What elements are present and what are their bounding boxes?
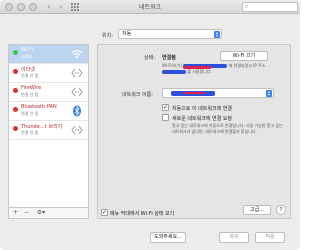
disconnected-status-dot [13, 69, 18, 74]
disconnected-status-dot [13, 88, 18, 93]
connected-status-dot [13, 50, 18, 55]
status-value: 연결됨 [162, 55, 176, 61]
status-desc-prefix: Wi-Fi이(가) [162, 63, 183, 68]
firewire-icon [71, 87, 83, 97]
service-status: 연결됨 [21, 54, 33, 59]
status-desc-end: 를 사용합니다. [187, 69, 212, 74]
location-label: 위치: [102, 33, 113, 39]
thunderbolt-icon [71, 125, 83, 135]
wifi-detail-pane: 상태: 연결됨 Wi-Fi 끄기 Wi-Fi이(가) 에 연결되었고 IP 주소… [97, 44, 291, 219]
status-description: Wi-Fi이(가) 에 연결되었고 IP 주소 를 사용합니다. [162, 63, 290, 75]
service-item-thunderbolt-bridge[interactable]: Thunde…t 브리지 연결 안 됨 [9, 121, 88, 139]
disconnected-status-dot [13, 126, 18, 131]
service-name: Bluetooth PAN [21, 104, 57, 110]
wifi-off-button[interactable]: Wi-Fi 끄기 [220, 51, 268, 61]
service-name: FireWire [21, 85, 42, 91]
select-arrows-icon: ▴ ▾ [266, 89, 272, 97]
select-arrows-icon: ▴ ▾ [214, 30, 220, 38]
service-status: 연결 안 됨 [21, 111, 39, 116]
redaction-mark [183, 92, 205, 94]
apply-button[interactable]: 적용 [255, 232, 285, 243]
service-status: 연결 안 됨 [21, 92, 39, 97]
list-divider [9, 139, 88, 140]
search-input[interactable]: ⌕ [242, 2, 298, 12]
revert-button[interactable]: 복귀 [219, 232, 249, 243]
redacted-network-name [183, 64, 228, 69]
network-name-select[interactable]: ▴ ▾ [162, 88, 274, 98]
ethernet-icon [71, 68, 83, 78]
advanced-button[interactable]: 고급... [243, 205, 271, 215]
location-value: 자동 [122, 31, 132, 37]
service-name: 이더넷 [21, 67, 35, 73]
wifi-icon [71, 50, 83, 59]
service-status: 연결 안 됨 [21, 130, 39, 135]
ask-join-label: 새로운 네트워크에 연결 요청 [172, 116, 232, 122]
assist-me-button[interactable]: 도와주세요... [150, 232, 186, 243]
service-item-ethernet[interactable]: 이더넷 연결 안 됨 [9, 64, 88, 82]
bluetooth-icon [73, 105, 81, 117]
title-bar: ‹ › 네트워크 ⌕ [0, 0, 300, 14]
status-desc-mid: 에 연결되었고 IP 주소 [228, 63, 266, 68]
auto-join-label: 자동으로 이 네트워크에 연결 [172, 106, 232, 112]
service-name: Wi-Fi [21, 47, 33, 53]
redacted-ip-address [162, 70, 186, 74]
service-status: 연결 안 됨 [21, 73, 39, 78]
gear-menu-button[interactable]: ⚙▾ [34, 208, 48, 218]
service-list: Wi-Fi 연결됨 이더넷 연결 안 됨 FireWire 연결 안 됨 Blu… [8, 44, 89, 208]
show-wifi-status-checkbox[interactable]: ✓ [101, 209, 108, 216]
disconnected-status-dot [13, 107, 18, 112]
status-label: 상태: [144, 55, 155, 61]
service-item-firewire[interactable]: FireWire 연결 안 됨 [9, 83, 88, 101]
help-button[interactable]: ? [276, 205, 286, 215]
location-select[interactable]: 자동 ▴ ▾ [118, 29, 222, 39]
service-item-bluetooth-pan[interactable]: Bluetooth PAN 연결 안 됨 [9, 102, 88, 120]
service-item-wifi[interactable]: Wi-Fi 연결됨 [9, 45, 88, 63]
auto-join-checkbox[interactable]: ✓ [162, 104, 169, 111]
service-name: Thunde…t 브리지 [21, 124, 63, 130]
add-service-button[interactable]: + [11, 208, 20, 218]
network-name-label: 네트워크 이름: [122, 92, 153, 98]
network-preferences-window: ‹ › 네트워크 ⌕ 위치: 자동 ▴ ▾ Wi-Fi 연결됨 이더넷 연결 안… [0, 0, 300, 250]
service-list-toolbar: + − ⚙▾ [8, 208, 89, 219]
search-icon: ⌕ [245, 3, 249, 10]
show-wifi-status-label: 메뉴 막대에서 Wi-Fi 상태 보기 [110, 211, 175, 217]
ask-join-description: 알고 있는 네트워크에 자동으로 연결됩니다. 사용 가능한 알고 있는 네트워… [172, 123, 283, 134]
ask-join-checkbox[interactable] [162, 114, 169, 121]
remove-service-button[interactable]: − [22, 208, 31, 218]
